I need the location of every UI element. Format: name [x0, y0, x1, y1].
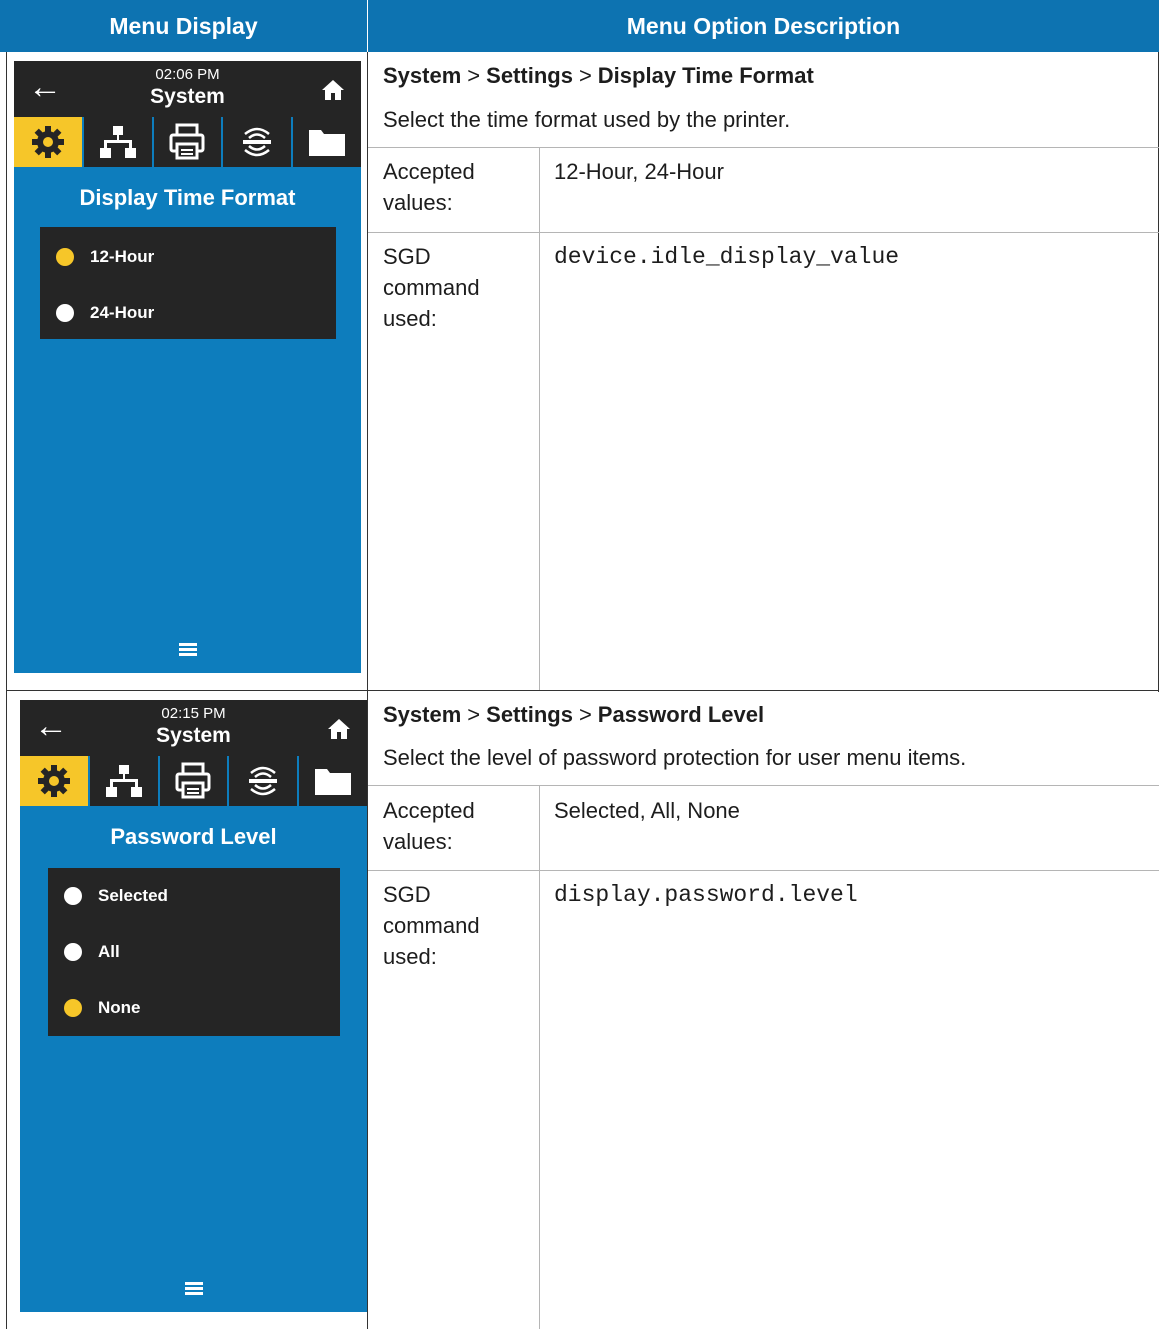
accepted-values-label: Accepted values:	[383, 798, 475, 854]
folder-icon	[315, 769, 352, 795]
home-icon[interactable]	[327, 717, 351, 741]
screen-title: Display Time Format	[79, 185, 296, 210]
tab-wireless[interactable]	[221, 117, 291, 167]
row-divider	[6, 690, 1159, 691]
option-label: 24-Hour	[90, 303, 155, 322]
device-time: 02:15 PM	[161, 705, 226, 722]
gear-icon	[31, 126, 64, 158]
radio-icon	[56, 304, 74, 322]
option-label: 12-Hour	[90, 247, 155, 266]
device-tabs	[14, 117, 361, 167]
device-top-bar: ← 02:15 PM System	[20, 700, 367, 756]
option-12-hour[interactable]: 12-Hour	[56, 243, 154, 271]
home-icon[interactable]	[321, 78, 345, 102]
option-description: Select the time format used by the print…	[383, 107, 791, 132]
option-24-hour[interactable]: 24-Hour	[56, 299, 154, 327]
radio-selected-icon	[64, 999, 82, 1017]
printer-icon	[169, 123, 205, 160]
sgd-command: device.idle_display_value	[554, 244, 900, 270]
menu-icon[interactable]	[184, 1282, 203, 1296]
wireless-icon	[249, 766, 278, 796]
radio-icon	[64, 943, 82, 961]
option-label: None	[98, 998, 141, 1017]
device-top-bar: ← 02:06 PM System	[14, 61, 361, 117]
accepted-values: Selected, All, None	[554, 798, 740, 823]
radio-icon	[64, 887, 82, 905]
options-panel: Selected All None	[48, 868, 340, 1036]
accepted-values-label: Accepted values:	[383, 159, 475, 215]
device-screen: ← 02:06 PM System Display Time Format 12…	[14, 61, 361, 673]
network-icon	[99, 126, 136, 158]
gear-icon	[37, 765, 70, 797]
tab-storage[interactable]	[291, 117, 361, 167]
tab-storage[interactable]	[297, 756, 367, 806]
device-title: System	[150, 85, 225, 108]
sgd-command-label: SGD command used:	[383, 244, 480, 331]
screen-title: Password Level	[110, 824, 277, 849]
breadcrumb-option: Password Level	[597, 702, 765, 727]
tab-settings[interactable]	[20, 756, 88, 806]
option-label: All	[98, 942, 120, 961]
menu-icon[interactable]	[178, 643, 197, 657]
options-panel: 12-Hour 24-Hour	[40, 227, 336, 339]
breadcrumb-system: System	[383, 702, 462, 727]
option-selected[interactable]: Selected	[64, 882, 168, 910]
device-time: 02:06 PM	[155, 66, 220, 83]
tab-wireless[interactable]	[227, 756, 297, 806]
header-menu-option-description: Menu Option Description	[368, 0, 1159, 52]
accepted-values: 12-Hour, 24-Hour	[554, 159, 724, 184]
breadcrumb-settings: Settings	[486, 702, 573, 727]
wireless-icon	[243, 127, 272, 157]
option-all[interactable]: All	[64, 938, 120, 966]
tab-network[interactable]	[81, 117, 152, 167]
device-title: System	[156, 724, 231, 747]
device-tabs	[20, 756, 367, 806]
tab-print[interactable]	[157, 756, 228, 806]
device-screen: ← 02:15 PM System Password Level Selecte…	[20, 700, 367, 1312]
radio-selected-icon	[56, 248, 74, 266]
sgd-command-label: SGD command used:	[383, 882, 480, 969]
folder-icon	[309, 130, 346, 156]
breadcrumb: System > Settings > Display Time Format	[383, 63, 814, 88]
option-none[interactable]: None	[64, 994, 141, 1022]
sgd-command: display.password.level	[554, 882, 858, 908]
header-menu-display: Menu Display	[0, 0, 367, 52]
breadcrumb: System > Settings > Password Level	[383, 702, 765, 727]
option-description: Select the level of password protection …	[383, 745, 967, 770]
printer-icon	[175, 762, 211, 799]
breadcrumb-option: Display Time Format	[597, 63, 814, 88]
breadcrumb-system: System	[383, 63, 462, 88]
tab-print[interactable]	[151, 117, 222, 167]
option-label: Selected	[98, 886, 168, 905]
network-icon	[105, 765, 142, 797]
tab-settings[interactable]	[14, 117, 82, 167]
tab-network[interactable]	[87, 756, 158, 806]
breadcrumb-settings: Settings	[486, 63, 573, 88]
